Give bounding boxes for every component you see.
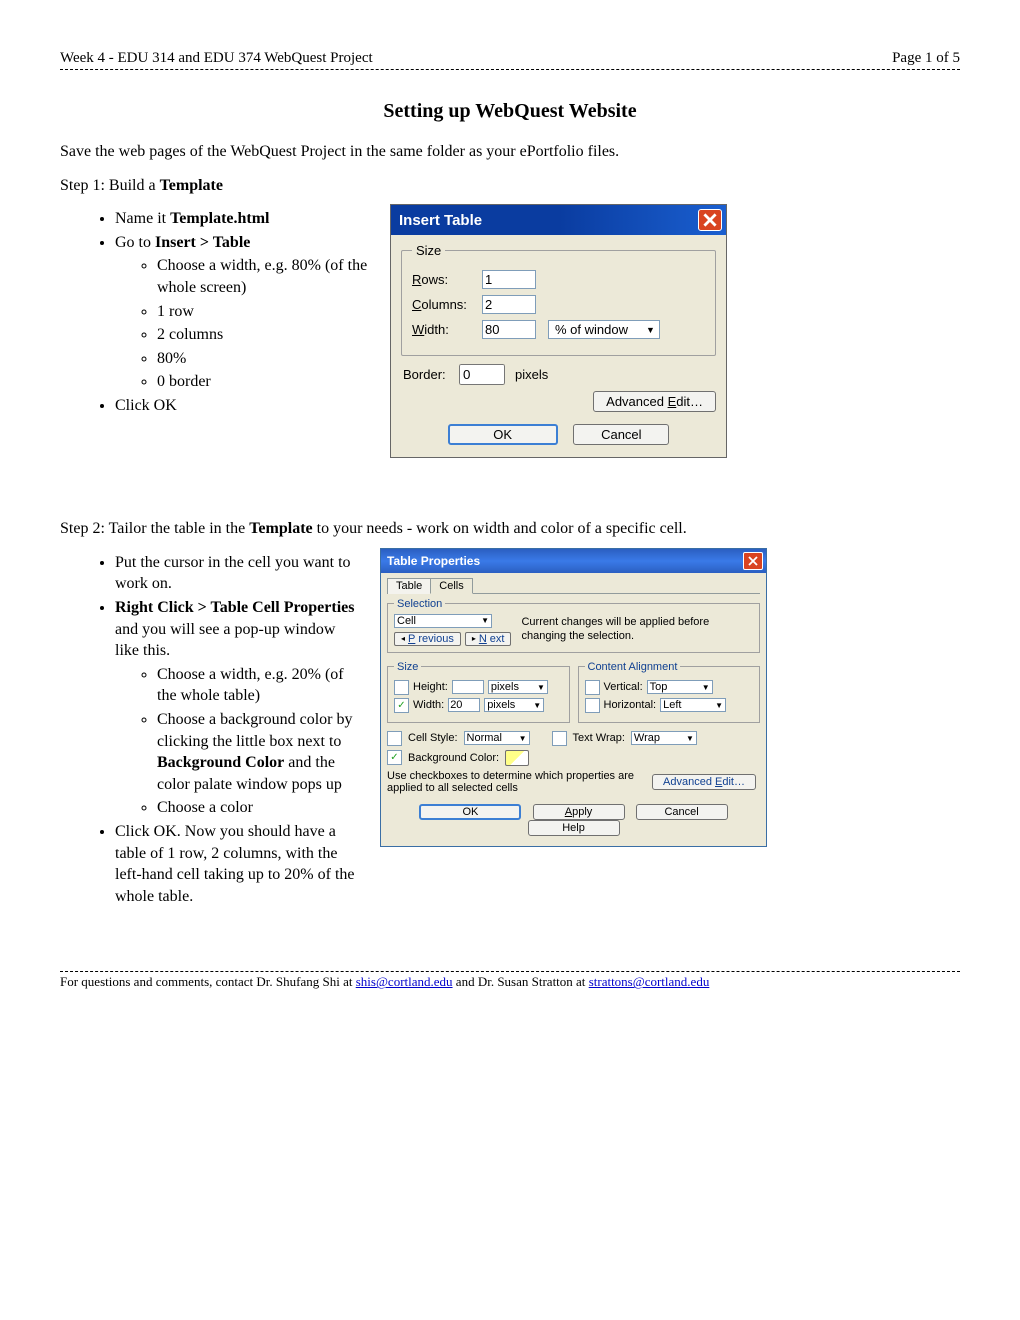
horizontal-dropdown[interactable]: Left▼ <box>660 698 726 712</box>
step1-sub-cols: 2 columns <box>157 324 370 346</box>
horizontal-checkbox[interactable] <box>585 698 600 713</box>
chevron-down-icon: ▼ <box>533 701 541 710</box>
border-label: Border: <box>403 367 459 382</box>
size-legend: Size <box>412 243 445 258</box>
height-input[interactable] <box>452 680 484 694</box>
selection-dropdown[interactable]: Cell ▼ <box>394 614 492 628</box>
footer: For questions and comments, contact Dr. … <box>60 974 960 990</box>
cellstyle-label: Cell Style: <box>408 732 458 744</box>
border-unit-label: pixels <box>515 367 548 382</box>
cellstyle-dropdown[interactable]: Normal▼ <box>464 731 530 745</box>
tab-cells[interactable]: Cells <box>430 578 472 594</box>
rows-label: Rows: <box>412 272 482 287</box>
insert-table-dialog: Insert Table Size Rows: Columns: <box>390 204 727 458</box>
chevron-down-icon: ▼ <box>646 325 655 335</box>
width-input[interactable] <box>482 320 536 339</box>
step2-sub-width: Choose a width, e.g. 20% (of the whole t… <box>157 664 360 707</box>
dialog-title-text: Table Properties <box>387 554 480 568</box>
step2-bullet-cursor: Put the cursor in the cell you want to w… <box>115 552 360 595</box>
intro-paragraph: Save the web pages of the WebQuest Proje… <box>60 141 960 163</box>
close-icon[interactable] <box>743 552 763 570</box>
border-input[interactable] <box>459 364 505 385</box>
chevron-down-icon: ▼ <box>537 683 545 692</box>
cancel-button[interactable]: Cancel <box>573 424 669 445</box>
horizontal-label: Horizontal: <box>604 699 657 711</box>
alignment-fieldset: Content Alignment Vertical: Top▼ Horizon… <box>578 661 761 723</box>
selection-legend: Selection <box>394 598 445 610</box>
checkbox-note: Use checkboxes to determine which proper… <box>387 770 640 794</box>
dialog-titlebar[interactable]: Table Properties <box>381 549 766 573</box>
dialog-titlebar[interactable]: Insert Table <box>391 205 726 235</box>
textwrap-label: Text Wrap: <box>573 732 625 744</box>
height-checkbox[interactable] <box>394 680 409 695</box>
tabs: Table Cells <box>387 577 760 594</box>
step1-bullet-name: Name it Template.html <box>115 208 370 230</box>
previous-button[interactable]: ◂Previous <box>394 632 461 646</box>
chevron-down-icon: ▼ <box>715 701 723 710</box>
step1-heading: Step 1: Build a Template <box>60 175 960 197</box>
header-right: Page 1 of 5 <box>892 50 960 67</box>
height-unit-dropdown[interactable]: pixels▼ <box>488 680 548 694</box>
page-header: Week 4 - EDU 314 and EDU 374 WebQuest Pr… <box>60 50 960 67</box>
footer-divider <box>60 971 960 972</box>
height-label: Height: <box>413 681 448 693</box>
size-fieldset: Size Rows: Columns: Width: % of window <box>401 243 716 356</box>
selection-fieldset: Selection Cell ▼ ◂Previous ▸Next <box>387 598 760 653</box>
chevron-down-icon: ▼ <box>519 734 527 743</box>
vertical-checkbox[interactable] <box>585 680 600 695</box>
size-fieldset: Size Height: pixels▼ ✓ Width: <box>387 661 570 723</box>
step2-sub-choosecolor: Choose a color <box>157 797 360 819</box>
ok-button[interactable]: OK <box>419 804 521 820</box>
help-button[interactable]: Help <box>528 820 620 836</box>
header-left: Week 4 - EDU 314 and EDU 374 WebQuest Pr… <box>60 50 373 67</box>
selection-note: Current changes will be applied before c… <box>521 614 753 644</box>
page-title: Setting up WebQuest Website <box>60 100 960 123</box>
close-icon[interactable] <box>698 209 722 231</box>
bgcolor-checkbox[interactable]: ✓ <box>387 750 402 765</box>
cancel-button[interactable]: Cancel <box>636 804 728 820</box>
email-link-1[interactable]: shis@cortland.edu <box>356 974 453 989</box>
width-unit-dropdown[interactable]: % of window ▼ <box>548 320 660 339</box>
dialog-title-text: Insert Table <box>399 212 482 229</box>
vertical-dropdown[interactable]: Top▼ <box>647 680 713 694</box>
email-link-2[interactable]: strattons@cortland.edu <box>589 974 710 989</box>
width-label: Width: <box>412 322 482 337</box>
step1-bullet-goto: Go to Insert > Table Choose a width, e.g… <box>115 232 370 393</box>
width-unit-dropdown[interactable]: pixels▼ <box>484 698 544 712</box>
tab-table[interactable]: Table <box>387 578 431 594</box>
chevron-down-icon: ▼ <box>481 616 489 625</box>
step2-bullet-ok: Click OK. Now you should have a table of… <box>115 821 360 907</box>
header-divider <box>60 69 960 70</box>
next-button[interactable]: ▸Next <box>465 632 512 646</box>
ok-button[interactable]: OK <box>448 424 558 445</box>
advanced-edit-button[interactable]: Advanced Edit… <box>652 774 756 790</box>
step2-bullet-rightclick: Right Click > Table Cell Properties and … <box>115 597 360 819</box>
step1-sub-row: 1 row <box>157 301 370 323</box>
chevron-down-icon: ▼ <box>686 734 694 743</box>
columns-label: Columns: <box>412 297 482 312</box>
textwrap-checkbox[interactable] <box>552 731 567 746</box>
apply-button[interactable]: Apply <box>533 804 625 820</box>
step1-sub-width: Choose a width, e.g. 80% (of the whole s… <box>157 255 370 298</box>
columns-input[interactable] <box>482 295 536 314</box>
step1-sub-percent: 80% <box>157 348 370 370</box>
width-label: Width: <box>413 699 444 711</box>
cellstyle-checkbox[interactable] <box>387 731 402 746</box>
alignment-legend: Content Alignment <box>585 661 681 673</box>
width-input[interactable] <box>448 698 480 712</box>
textwrap-dropdown[interactable]: Wrap▼ <box>631 731 697 745</box>
advanced-edit-button[interactable]: Advanced Edit… <box>593 391 716 412</box>
rows-input[interactable] <box>482 270 536 289</box>
vertical-label: Vertical: <box>604 681 643 693</box>
step1-bullet-ok: Click OK <box>115 395 370 417</box>
step2-heading: Step 2: Tailor the table in the Template… <box>60 518 960 540</box>
step1-sub-border: 0 border <box>157 371 370 393</box>
width-checkbox[interactable]: ✓ <box>394 698 409 713</box>
bgcolor-label: Background Color: <box>408 752 499 764</box>
table-properties-dialog: Table Properties Table Cells Selection C… <box>380 548 767 847</box>
size-legend: Size <box>394 661 421 673</box>
step2-sub-bgcolor: Choose a background color by clicking th… <box>157 709 360 795</box>
bgcolor-swatch[interactable] <box>505 750 529 766</box>
chevron-down-icon: ▼ <box>702 683 710 692</box>
